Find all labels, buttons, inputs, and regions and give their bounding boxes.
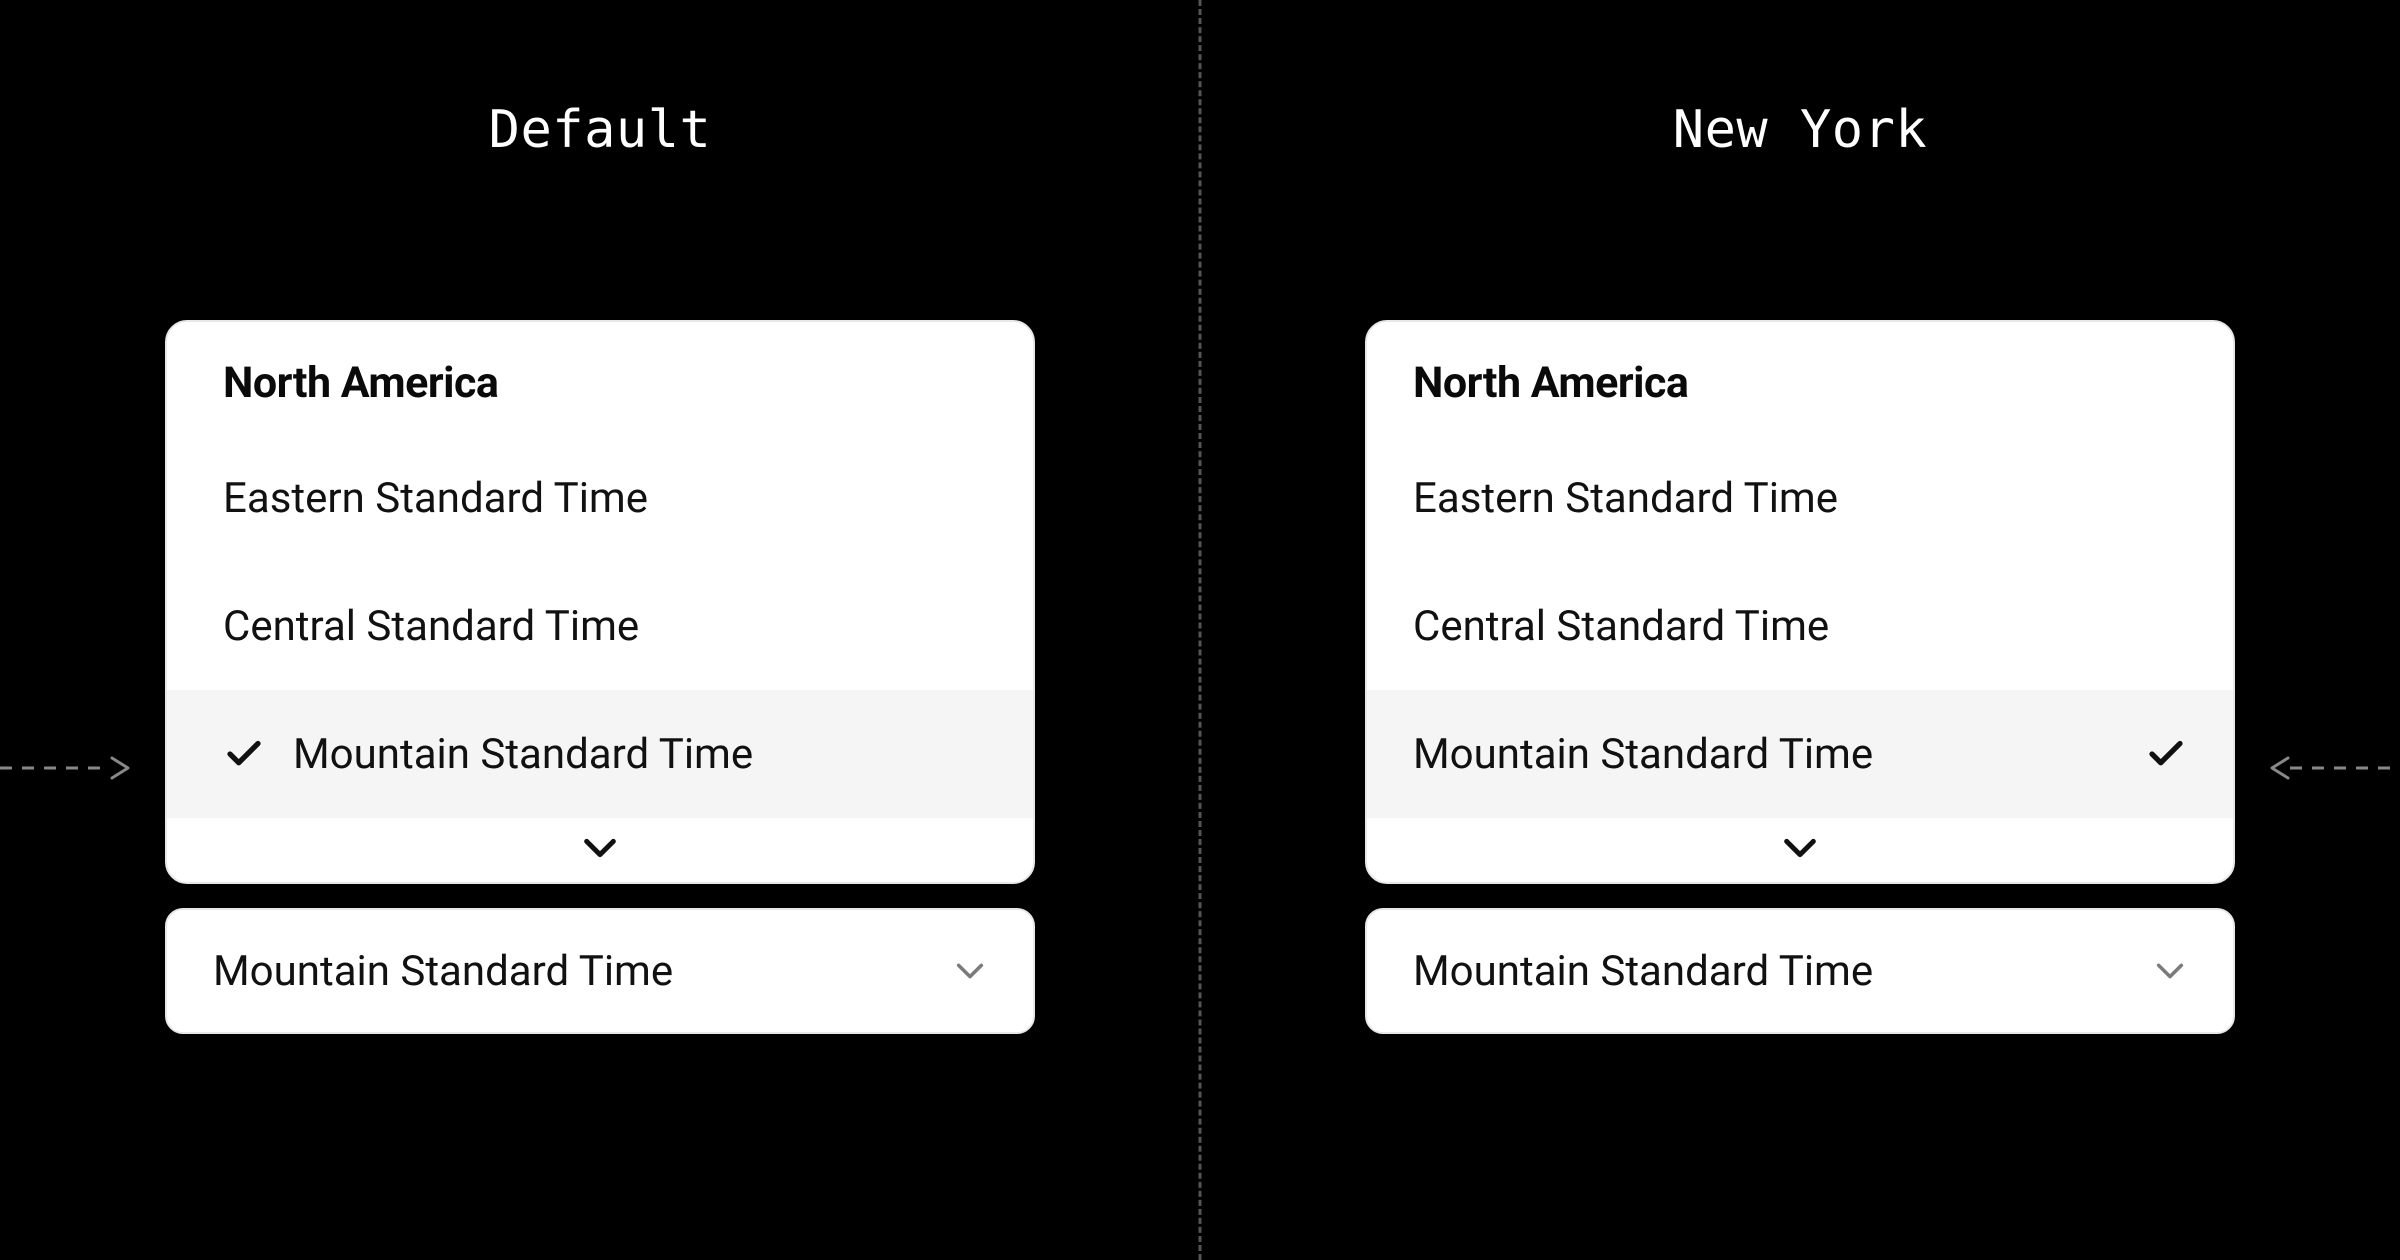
guide-arrow-left	[2265, 748, 2400, 788]
select-item[interactable]: Eastern Standard Time	[1367, 434, 2233, 562]
dropdown-panel: North America Eastern Standard Time Cent…	[165, 320, 1035, 884]
select-item-selected[interactable]: Mountain Standard Time	[1367, 690, 2233, 818]
select-item-label: Mountain Standard Time	[1413, 730, 1873, 779]
chevron-down-icon	[2153, 959, 2187, 983]
chevron-down-icon	[953, 959, 987, 983]
check-icon	[2145, 733, 2187, 775]
section-title: Default	[489, 100, 712, 160]
select-group-label: North America	[167, 358, 1033, 434]
guide-arrow-right	[0, 748, 135, 788]
select-trigger-value: Mountain Standard Time	[213, 947, 673, 996]
select-item-label: Eastern Standard Time	[223, 474, 648, 523]
chevron-down-icon	[580, 834, 620, 862]
style-default-section: Default North America Eastern Standard T…	[0, 0, 1200, 1260]
select-group-label: North America	[1367, 358, 2233, 434]
dropdown-panel: North America Eastern Standard Time Cent…	[1365, 320, 2235, 884]
scroll-down-indicator[interactable]	[167, 818, 1033, 870]
select-item[interactable]: Eastern Standard Time	[167, 434, 1033, 562]
style-newyork-section: New York North America Eastern Standard …	[1200, 0, 2400, 1260]
select-item[interactable]: Central Standard Time	[167, 562, 1033, 690]
select-item[interactable]: Central Standard Time	[1367, 562, 2233, 690]
scroll-down-indicator[interactable]	[1367, 818, 2233, 870]
select-trigger[interactable]: Mountain Standard Time	[1365, 908, 2235, 1034]
select-item-label: Mountain Standard Time	[293, 730, 753, 779]
select-item-selected[interactable]: Mountain Standard Time	[167, 690, 1033, 818]
select-item-label: Central Standard Time	[223, 602, 639, 651]
select-trigger[interactable]: Mountain Standard Time	[165, 908, 1035, 1034]
chevron-down-icon	[1780, 834, 1820, 862]
select-trigger-value: Mountain Standard Time	[1413, 947, 1873, 996]
select-item-label: Eastern Standard Time	[1413, 474, 1838, 523]
select-item-label: Central Standard Time	[1413, 602, 1829, 651]
check-icon	[223, 733, 265, 775]
section-title: New York	[1673, 100, 1927, 160]
